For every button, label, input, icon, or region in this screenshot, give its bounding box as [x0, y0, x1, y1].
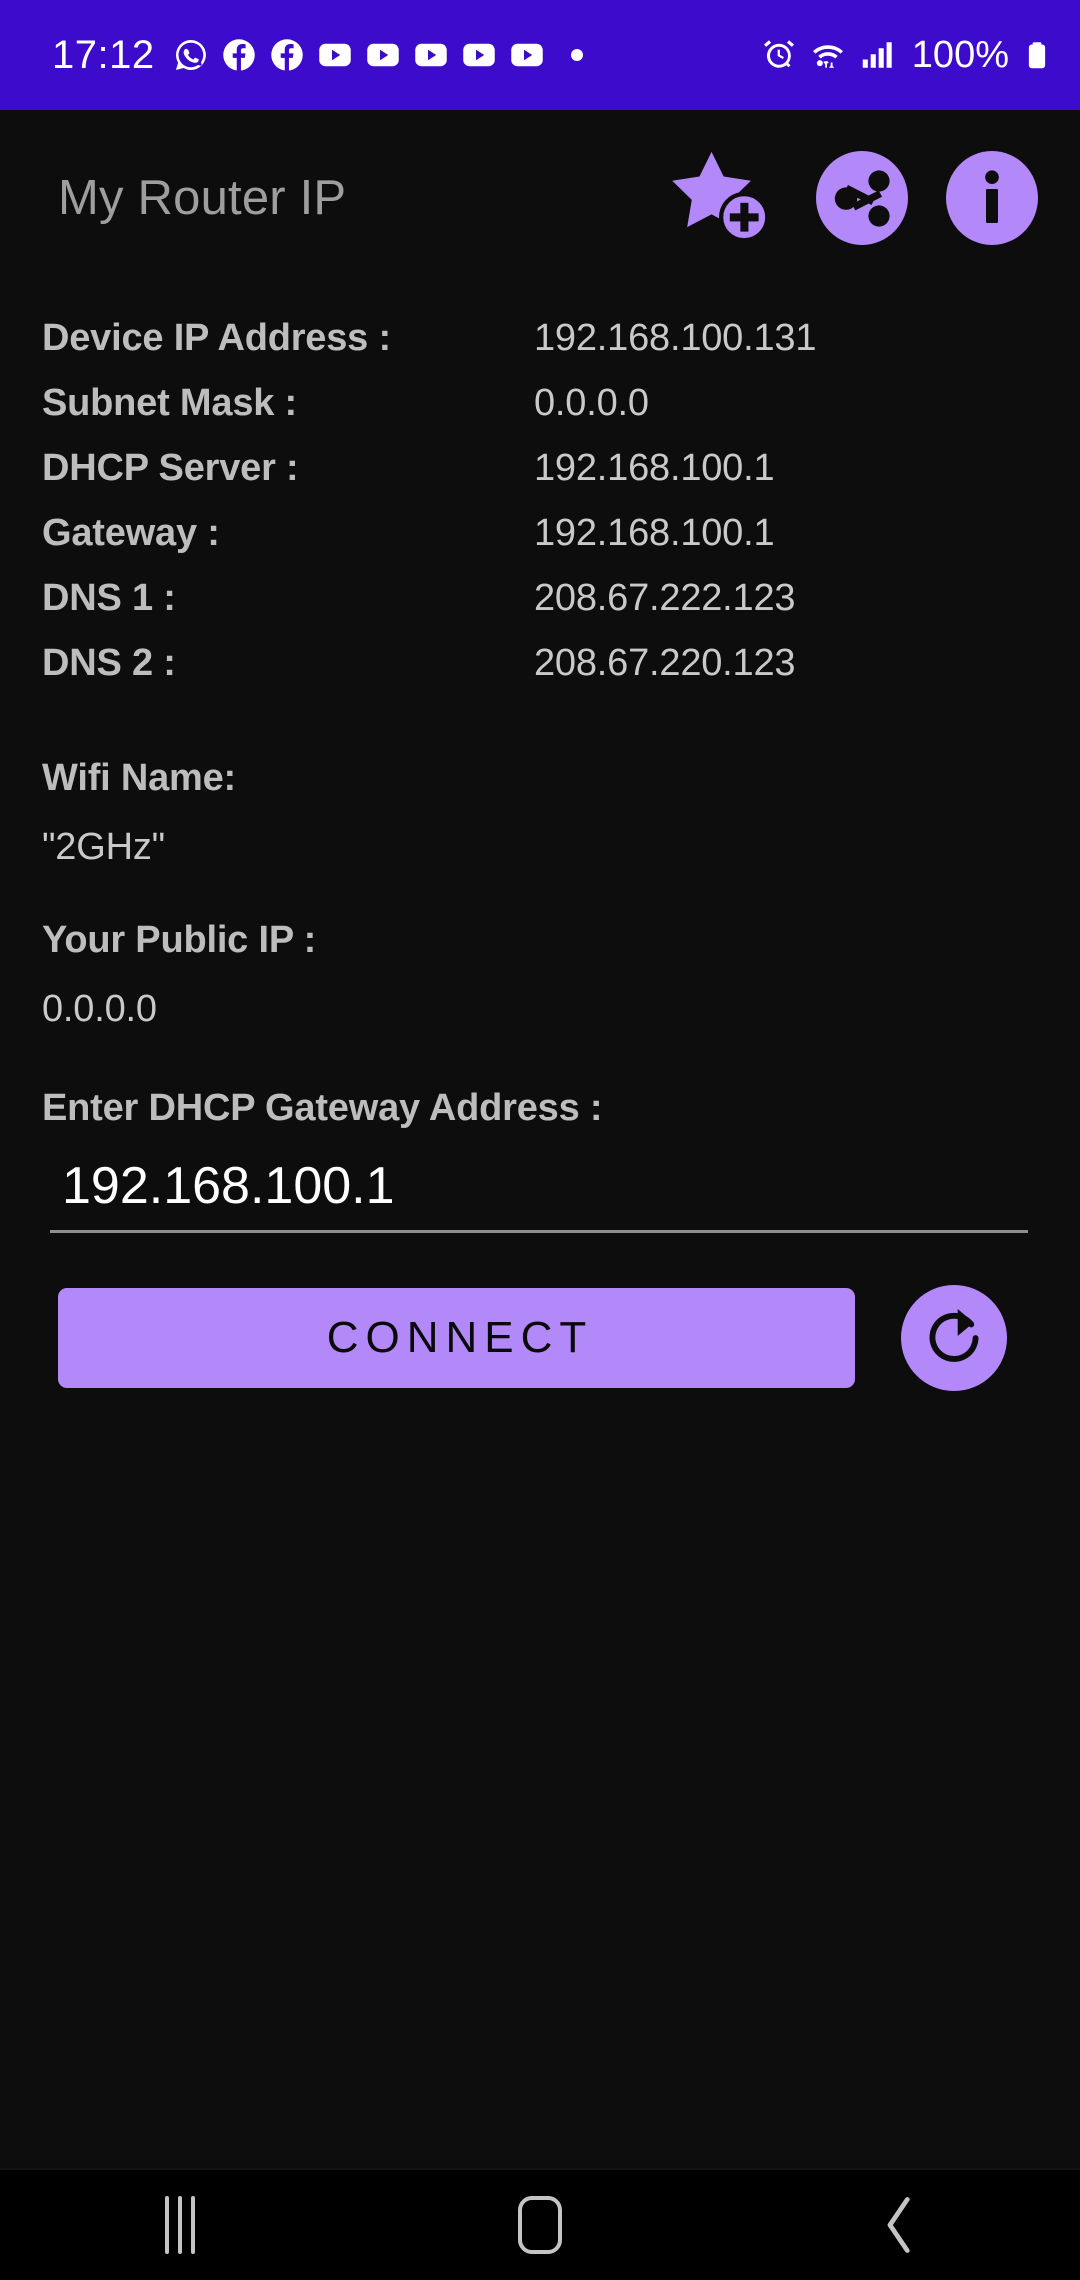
system-navigation-bar	[0, 2168, 1080, 2280]
youtube-icon	[318, 43, 351, 67]
add-favorite-button[interactable]	[670, 150, 780, 246]
gateway-field-label: Enter DHCP Gateway Address :	[42, 1087, 603, 1129]
info-button[interactable]	[944, 150, 1040, 246]
row-label: DNS 2 :	[42, 642, 176, 684]
row-label: DHCP Server :	[42, 447, 299, 489]
table-row: DHCP Server : 192.168.100.1	[42, 447, 1038, 512]
share-icon	[816, 150, 908, 245]
wifi-name-section: Wifi Name: "2GHz"	[42, 757, 1038, 869]
facebook-icon	[270, 39, 303, 72]
signal-icon	[862, 42, 892, 68]
row-value: 208.67.220.123	[534, 642, 796, 684]
battery-icon	[1028, 42, 1046, 69]
status-icon-tray: 100%	[761, 36, 1052, 74]
connect-button[interactable]: CONNECT	[58, 1288, 855, 1388]
battery-percent-label: 100%	[911, 34, 1009, 76]
row-value: 208.67.222.123	[534, 577, 796, 619]
youtube-icon	[366, 43, 399, 67]
row-value: 192.168.100.1	[534, 512, 775, 554]
gateway-input[interactable]	[50, 1152, 1028, 1233]
youtube-icon	[510, 43, 543, 67]
table-row: Device IP Address : 192.168.100.131	[42, 317, 1038, 382]
action-row: CONNECT	[42, 1285, 1038, 1391]
table-row: Subnet Mask : 0.0.0.0	[42, 382, 1038, 447]
home-icon	[518, 2196, 562, 2254]
more-notifications-dot-icon	[570, 49, 583, 61]
youtube-icon	[462, 43, 495, 67]
home-button[interactable]	[450, 2169, 630, 2280]
row-value: 192.168.100.131	[534, 317, 817, 359]
public-ip-section: Your Public IP : 0.0.0.0	[42, 919, 1038, 1031]
row-label: Device IP Address :	[42, 317, 391, 359]
row-value: 192.168.100.1	[534, 447, 775, 489]
phone-screen: 17:12 100% My Router IP Device IP Addres…	[0, 0, 1080, 2280]
header-action-bar	[670, 150, 1040, 246]
recents-icon	[165, 2196, 195, 2254]
back-button[interactable]	[810, 2169, 990, 2280]
whatsapp-icon	[175, 40, 206, 70]
row-label: Subnet Mask :	[42, 382, 297, 424]
back-icon	[887, 2197, 910, 2253]
table-row: DNS 1 : 208.67.222.123	[42, 577, 1038, 642]
public-ip-value: 0.0.0.0	[42, 988, 157, 1030]
recents-button[interactable]	[90, 2169, 270, 2280]
table-row: Gateway : 192.168.100.1	[42, 512, 1038, 577]
youtube-icon	[414, 43, 447, 67]
wifi-name-label: Wifi Name:	[42, 757, 237, 799]
info-icon	[946, 150, 1038, 245]
wifi-name-value: "2GHz"	[42, 826, 165, 868]
notification-icon-tray	[173, 37, 597, 73]
main-content: Device IP Address : 192.168.100.131 Subn…	[0, 285, 1080, 2168]
status-clock: 17:12	[52, 33, 155, 77]
app-header: My Router IP	[0, 110, 1080, 285]
row-label: Gateway :	[42, 512, 220, 554]
row-value: 0.0.0.0	[534, 382, 649, 424]
star-plus-icon	[672, 151, 770, 242]
share-button[interactable]	[814, 150, 910, 246]
refresh-button[interactable]	[901, 1285, 1007, 1391]
row-label: DNS 1 :	[42, 577, 176, 619]
facebook-icon	[222, 39, 255, 72]
network-info-table: Device IP Address : 192.168.100.131 Subn…	[42, 317, 1038, 707]
wifi-icon	[812, 45, 843, 68]
table-row: DNS 2 : 208.67.220.123	[42, 642, 1038, 707]
alarm-icon	[763, 40, 794, 68]
page-title: My Router IP	[58, 170, 347, 225]
refresh-icon	[929, 1309, 979, 1362]
public-ip-label: Your Public IP :	[42, 919, 317, 961]
status-bar: 17:12 100%	[0, 0, 1080, 110]
